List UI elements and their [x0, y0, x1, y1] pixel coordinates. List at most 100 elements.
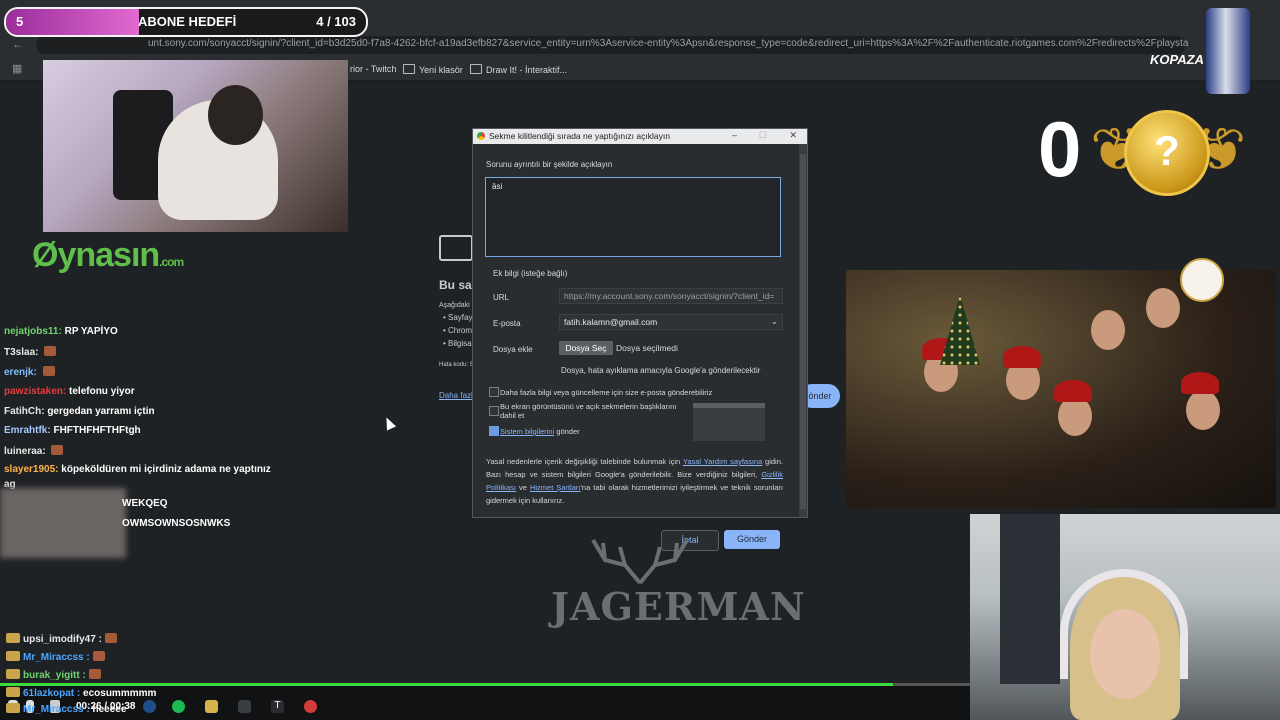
- recording-icon[interactable]: [304, 700, 317, 713]
- error-line: • Bilgisa: [443, 339, 472, 348]
- screenshot-thumbnail[interactable]: [693, 403, 765, 441]
- chat-username[interactable]: Emrahtfk:: [4, 425, 51, 436]
- chat-username[interactable]: 61lazkopat :: [23, 688, 80, 699]
- subscribe-goal-fill: [6, 9, 140, 35]
- description-textarea[interactable]: äsi: [485, 177, 781, 257]
- error-line: • Sayfay: [443, 313, 473, 322]
- chat-badge-icon: [6, 633, 20, 643]
- chat-username[interactable]: erenjk:: [4, 367, 37, 378]
- chat-badge-icon: [6, 687, 20, 697]
- chat-username[interactable]: T3slaa:: [4, 347, 38, 358]
- streamer-webcam: [43, 60, 348, 232]
- subscribe-goal-level: 5: [16, 14, 24, 29]
- chat-message: erenjk:: [4, 366, 55, 378]
- crown-badge-icon: [1180, 258, 1224, 302]
- system-info-link[interactable]: Sistem bilgilerini: [500, 427, 554, 436]
- dialog-titlebar: Sekme kilitlendiği sırada ne yaptığınızı…: [473, 129, 807, 144]
- error-code: Hata kodu: S: [439, 362, 474, 368]
- chat-message-partial: WEKQEQ: [122, 498, 168, 509]
- santa-hat: [1003, 346, 1041, 368]
- system-info-label: Sistem bilgilerini gönder: [500, 427, 580, 436]
- chat-text: FHFTHFHFTHFtgh: [53, 425, 141, 436]
- chat-username[interactable]: FatihCh:: [4, 406, 45, 417]
- energy-drink-can: [1206, 8, 1250, 94]
- santa-hat: [1181, 372, 1219, 394]
- streamer-head: [208, 85, 263, 145]
- party-video: [846, 270, 1276, 508]
- chat-message: nejatjobs11: RP YAPİYO: [4, 326, 118, 337]
- no-file-text: Dosya seçilmedi: [616, 343, 678, 353]
- chat-username[interactable]: pawzistaken:: [4, 386, 66, 397]
- attach-label: Dosya ekle: [493, 345, 533, 354]
- chat-emote-icon: [88, 669, 101, 679]
- folder-taskbar-icon[interactable]: [205, 700, 218, 713]
- chat-message: slayer1905: köpeköldüren mi içirdiniz ad…: [4, 464, 271, 475]
- chat-emote-icon: [104, 633, 117, 643]
- url-label: URL: [493, 293, 510, 302]
- oynasin-o-icon: Ø: [32, 236, 58, 274]
- email-consent-checkbox[interactable]: [489, 387, 499, 397]
- chat-username[interactable]: luineraa:: [4, 446, 46, 457]
- bookmark-twitch[interactable]: rior - Twitch: [350, 64, 396, 74]
- send-button[interactable]: Gönder: [724, 530, 780, 549]
- email-label: E-posta: [493, 319, 521, 328]
- feedback-dialog: Sekme kilitlendiği sırada ne yaptığınızı…: [472, 128, 808, 518]
- app-taskbar-icon[interactable]: [238, 700, 251, 713]
- cohost-webcam: [970, 514, 1280, 720]
- t-app-icon[interactable]: T: [271, 700, 284, 713]
- chat-username[interactable]: upsi_imodify47 :: [23, 634, 102, 645]
- chat-text: RP YAPİYO: [64, 326, 118, 337]
- chevron-down-icon: ⌄: [770, 316, 778, 326]
- chat-badge-icon: [6, 703, 20, 713]
- chat-emote-icon: [92, 651, 105, 661]
- chat-message: burak_yigitt :: [6, 669, 101, 681]
- spotify-icon[interactable]: [172, 700, 185, 713]
- minimize-icon[interactable]: –: [732, 130, 737, 140]
- bookmark-new-folder[interactable]: Yeni klasör: [403, 64, 463, 75]
- chat-username[interactable]: Mr_Miraccss :: [23, 652, 90, 663]
- subscribe-goal-count: 4 / 103: [316, 14, 356, 29]
- learn-more-link[interactable]: Daha fazl: [439, 391, 473, 400]
- chat-message: Mr_Miraccss : heeeee: [6, 703, 126, 715]
- back-arrow-icon[interactable]: ←: [12, 37, 24, 51]
- email-consent-label: Daha fazla bilgi veya güncelleme için si…: [500, 388, 713, 397]
- bookmark-draw-it[interactable]: Draw It! - İnteraktif...: [470, 64, 567, 75]
- chat-emote-icon: [44, 346, 57, 356]
- apps-grid-icon[interactable]: ▦: [12, 62, 22, 75]
- system-info-checkbox[interactable]: [489, 426, 499, 436]
- extra-info-label: Ek bilgi (isteğe bağlı): [493, 269, 568, 278]
- chat-emote-icon: [42, 366, 55, 376]
- maximize-icon[interactable]: ☐: [759, 130, 767, 141]
- screenshot-checkbox[interactable]: [489, 406, 499, 416]
- url-field[interactable]: https://my.account.sony.com/sonyacct/sig…: [559, 288, 783, 304]
- browser-taskbar-icon[interactable]: [143, 700, 156, 713]
- chat-username[interactable]: nejatjobs11:: [4, 326, 62, 337]
- terms-link[interactable]: Hizmet Şartları: [530, 483, 581, 492]
- dialog-scrollbar[interactable]: [799, 144, 807, 517]
- folder-icon: [403, 64, 415, 74]
- chat-username[interactable]: burak_yigitt :: [23, 670, 86, 681]
- chat-badge-icon: [6, 651, 20, 661]
- chat-username[interactable]: Mr_Miraccss :: [23, 704, 90, 715]
- email-select[interactable]: fatih.kalamn@gmail.com ⌄: [559, 314, 783, 330]
- chat-text: köpeköldüren mi içirdiniz adama ne yaptı…: [61, 464, 271, 475]
- mystery-medal-icon: ?: [1124, 110, 1210, 196]
- santa-hat: [1054, 380, 1092, 402]
- address-bar-text[interactable]: unt.sony.com/sonyacct/signin/?client_id=…: [148, 38, 1188, 49]
- chat-message: luineraa:: [4, 445, 64, 457]
- screenshot-label: Bu ekran görüntüsünü ve açık sekmelerin …: [500, 402, 677, 420]
- kopaza-logo: KOPAZA: [1150, 52, 1204, 67]
- close-icon[interactable]: ✕: [789, 130, 797, 141]
- chrome-icon: [477, 132, 485, 140]
- chat-text: telefonu yiyor: [69, 386, 135, 397]
- dialog-title: Sekme kilitlendiği sırada ne yaptığınızı…: [489, 131, 670, 141]
- chat-message: upsi_imodify47 :: [6, 633, 117, 645]
- oynasin-logo: Øynasın.com: [32, 236, 184, 274]
- chat-message: T3slaa:: [4, 346, 57, 358]
- score-counter: 0: [1038, 105, 1082, 193]
- chat-username[interactable]: slayer1905:: [4, 464, 59, 475]
- subscribe-goal-bar: 5 ABONE HEDEFİ 4 / 103: [4, 7, 368, 37]
- choose-file-button[interactable]: Dosya Seç: [559, 341, 613, 355]
- subscribe-goal-label: ABONE HEDEFİ: [138, 14, 237, 29]
- legal-help-link[interactable]: Yasal Yardım sayfasına: [683, 457, 762, 466]
